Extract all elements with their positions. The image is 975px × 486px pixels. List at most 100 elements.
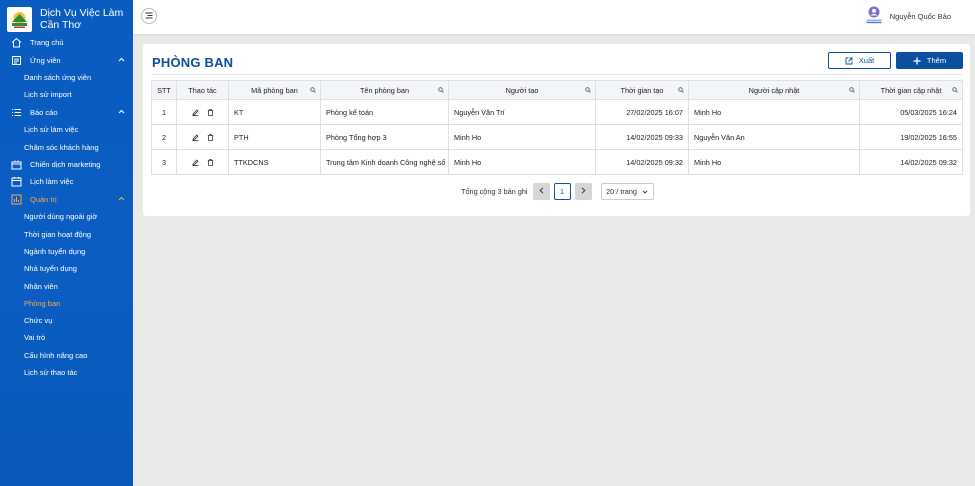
column-header-label: Thời gian cập nhật bbox=[880, 85, 942, 95]
cell-created-time: 14/02/2025 09:32 bbox=[595, 149, 689, 175]
table-row: 1 KT Phòng kế toán Nguyễn Văn Trí 27/02/… bbox=[151, 99, 963, 125]
sidebar-subitem-action-history[interactable]: Lịch sử thao tác bbox=[0, 364, 133, 381]
page-size-select[interactable]: 20 / trang bbox=[600, 183, 654, 200]
chevron-right-icon bbox=[581, 187, 586, 196]
cell-updated-time: 14/02/2025 09:32 bbox=[859, 149, 963, 175]
edit-icon[interactable] bbox=[191, 159, 199, 166]
delete-icon[interactable] bbox=[207, 158, 214, 166]
departments-table: STT Thao tác Mã phòng ban Tên phòng ban … bbox=[151, 80, 963, 175]
sidebar-item-calendar[interactable]: Lịch làm việc bbox=[0, 173, 133, 191]
next-page-button[interactable] bbox=[574, 183, 592, 200]
sidebar-item-label: Báo cáo bbox=[30, 107, 58, 117]
cell-actions bbox=[176, 99, 229, 125]
cell-code: PTH bbox=[228, 124, 321, 150]
cell-updater: Nguyễn Văn An bbox=[688, 124, 860, 150]
search-icon[interactable] bbox=[678, 86, 684, 95]
column-header-actions: Thao tác bbox=[176, 80, 229, 100]
search-icon[interactable] bbox=[585, 86, 591, 95]
cell-name: Phòng Tổng hợp 3 bbox=[320, 124, 449, 150]
top-header: Nguyễn Quốc Bảo bbox=[133, 0, 975, 34]
brand-title-line2: Cần Thơ bbox=[40, 19, 82, 31]
sidebar-item-marketing[interactable]: Chiến dịch marketing bbox=[0, 156, 133, 174]
search-icon[interactable] bbox=[310, 86, 316, 95]
menu-toggle-button[interactable] bbox=[141, 8, 157, 24]
delete-icon[interactable] bbox=[207, 108, 214, 116]
sidebar-subitem-work-history[interactable]: Lịch sử làm việc bbox=[0, 121, 133, 138]
page-title: PHÒNG BAN bbox=[152, 55, 234, 70]
home-icon bbox=[11, 37, 22, 48]
hamburger-icon bbox=[145, 12, 153, 21]
brand-logo bbox=[7, 6, 32, 32]
sidebar-item-candidates[interactable]: Ứng viên bbox=[0, 52, 133, 70]
user-menu[interactable]: Nguyễn Quốc Bảo bbox=[866, 6, 951, 26]
cell-name: Phòng kế toán bbox=[320, 99, 449, 125]
sidebar-subitem-candidate-list[interactable]: Danh sách ứng viên bbox=[0, 69, 133, 86]
column-header-name[interactable]: Tên phòng ban bbox=[320, 80, 449, 100]
page-size-value: 20 / trang bbox=[606, 187, 637, 196]
sidebar-subitem-operating-hours[interactable]: Thời gian hoạt động bbox=[0, 225, 133, 242]
sidebar-subitem-import-history[interactable]: Lịch sử import bbox=[0, 86, 133, 103]
sidebar-subitem-employers[interactable]: Nhà tuyển dụng bbox=[0, 260, 133, 277]
search-icon[interactable] bbox=[438, 86, 444, 95]
delete-icon[interactable] bbox=[207, 133, 214, 141]
sidebar-item-reports[interactable]: Báo cáo bbox=[0, 104, 133, 122]
cell-updater: Minh Ho bbox=[688, 99, 860, 125]
pagination: Tổng cộng 3 bản ghi 1 20 / trang bbox=[461, 183, 654, 200]
sidebar-subitem-staff[interactable]: Nhân viên bbox=[0, 277, 133, 294]
sidebar-subitem-departments[interactable]: Phòng ban bbox=[0, 295, 133, 312]
sidebar-nav: Trang chủ Ứng viên Danh sách ứng viên Lị… bbox=[0, 34, 133, 381]
sidebar-subitem-advanced-config[interactable]: Cấu hình nâng cao bbox=[0, 347, 133, 364]
column-header-updater[interactable]: Người cập nhật bbox=[688, 80, 860, 100]
user-name: Nguyễn Quốc Bảo bbox=[889, 11, 951, 21]
brand[interactable]: Dịch Vụ Việc Làm Cần Thơ bbox=[0, 0, 133, 34]
chevron-up-icon bbox=[118, 109, 125, 116]
sidebar-item-label: Quản trị bbox=[30, 194, 57, 204]
export-button[interactable]: Xuất bbox=[828, 52, 891, 69]
column-header-label: Người cập nhật bbox=[748, 85, 800, 95]
column-header-code[interactable]: Mã phòng ban bbox=[228, 80, 321, 100]
cell-creator: Nguyễn Văn Trí bbox=[448, 99, 596, 125]
chevron-left-icon bbox=[539, 187, 544, 196]
sidebar-subitem-industries[interactable]: Ngành tuyển dụng bbox=[0, 243, 133, 260]
cell-stt: 3 bbox=[151, 149, 177, 175]
avatar bbox=[866, 6, 882, 26]
sidebar-item-home[interactable]: Trang chủ bbox=[0, 34, 133, 52]
add-button[interactable]: Thêm bbox=[896, 52, 963, 69]
sidebar-item-admin[interactable]: Quản trị bbox=[0, 191, 133, 209]
column-header-label: Mã phòng ban bbox=[251, 85, 298, 95]
column-header-stt: STT bbox=[151, 80, 177, 100]
cell-actions bbox=[176, 124, 229, 150]
column-header-label: Tên phòng ban bbox=[359, 85, 410, 95]
sidebar-subitem-positions[interactable]: Chức vụ bbox=[0, 312, 133, 329]
search-icon[interactable] bbox=[849, 86, 855, 95]
table-row: 3 TTKDCNS Trung tâm Kinh doanh Công nghệ… bbox=[151, 149, 963, 175]
table-row: 2 PTH Phòng Tổng hợp 3 Minh Ho 14/02/202… bbox=[151, 124, 963, 150]
page-number-button[interactable]: 1 bbox=[553, 183, 571, 200]
export-label: Xuất bbox=[858, 56, 875, 65]
calendar-icon bbox=[11, 176, 22, 187]
sidebar-subitem-roles[interactable]: Vai trò bbox=[0, 329, 133, 346]
search-icon[interactable] bbox=[952, 86, 958, 95]
cell-stt: 2 bbox=[151, 124, 177, 150]
cell-created-time: 14/02/2025 09:33 bbox=[595, 124, 689, 150]
cell-updated-time: 05/03/2025 16:24 bbox=[859, 99, 963, 125]
plus-icon bbox=[913, 57, 921, 65]
cell-name: Trung tâm Kinh doanh Công nghệ số bbox=[320, 149, 449, 175]
prev-page-button[interactable] bbox=[532, 183, 550, 200]
cell-stt: 1 bbox=[151, 99, 177, 125]
cell-updated-time: 19/02/2025 16:55 bbox=[859, 124, 963, 150]
edit-icon[interactable] bbox=[191, 109, 199, 116]
chevron-up-icon bbox=[118, 196, 125, 203]
column-header-created-time[interactable]: Thời gian tạo bbox=[595, 80, 689, 100]
edit-icon[interactable] bbox=[191, 134, 199, 141]
sidebar-item-label: Lịch làm việc bbox=[30, 177, 74, 187]
column-header-creator[interactable]: Người tạo bbox=[448, 80, 596, 100]
column-header-updated-time[interactable]: Thời gian cập nhật bbox=[859, 80, 963, 100]
campaign-icon bbox=[11, 159, 22, 170]
column-header-label: Thời gian tạo bbox=[620, 85, 664, 95]
sidebar-subitem-customer-care[interactable]: Chăm sóc khách hàng bbox=[0, 138, 133, 155]
admin-icon bbox=[11, 194, 22, 205]
sidebar-subitem-after-hours-users[interactable]: Người dùng ngoài giờ bbox=[0, 208, 133, 225]
content-card: PHÒNG BAN Xuất Thêm STT Thao tác Mã phòn… bbox=[143, 44, 970, 216]
candidate-icon bbox=[11, 55, 22, 66]
